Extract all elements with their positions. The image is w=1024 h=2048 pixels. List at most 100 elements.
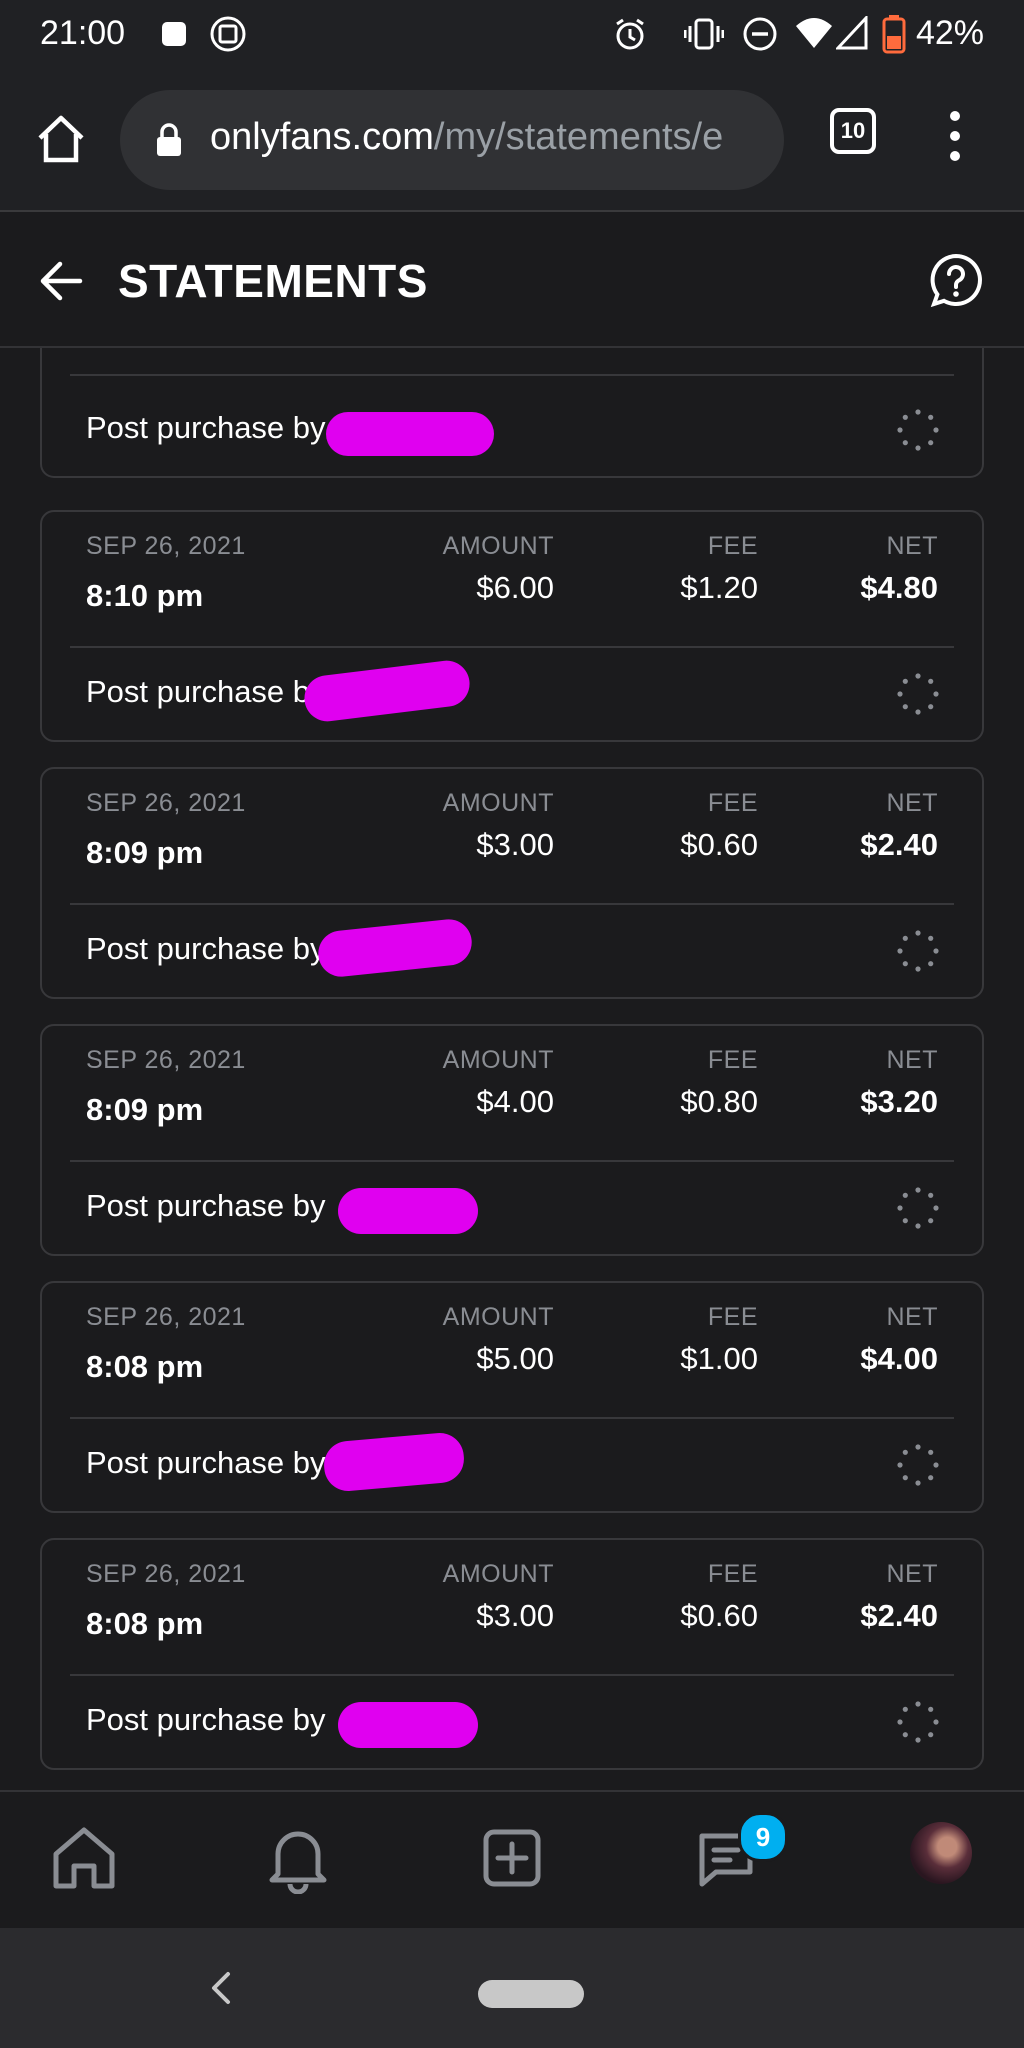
- fee-label: FEE: [707, 532, 758, 560]
- amount-label: AMOUNT: [442, 1560, 554, 1588]
- net-label: NET: [886, 1560, 938, 1588]
- statement-card[interactable]: SEP 26, 2021 8:08 pm AMOUNT $5.00 FEE $1…: [40, 1281, 984, 1513]
- redaction-mark: [338, 1188, 478, 1234]
- net-value: $3.20: [860, 1084, 938, 1119]
- statement-date: SEP 26, 2021: [86, 1560, 246, 1588]
- fee-value: $1.20: [680, 570, 758, 605]
- net-label: NET: [886, 532, 938, 560]
- loading-spinner-icon: [897, 1444, 939, 1486]
- home-icon[interactable]: [48, 1822, 120, 1894]
- statement-description: Post purchase by: [86, 410, 326, 445]
- amount-label: AMOUNT: [442, 789, 554, 817]
- card-top: SEP 26, 2021 8:08 pm AMOUNT $3.00 FEE $0…: [70, 1540, 954, 1676]
- fee-label: FEE: [707, 1303, 758, 1331]
- wifi-icon: [796, 18, 832, 48]
- statement-description: Post purchase by: [86, 931, 326, 966]
- loading-spinner-icon: [897, 930, 939, 972]
- card-top: SEP 26, 2021 8:09 pm AMOUNT $3.00 FEE $0…: [70, 769, 954, 905]
- loading-spinner-icon: [897, 673, 939, 715]
- dnd-icon: [743, 17, 777, 51]
- statement-time: 8:10 pm: [86, 578, 204, 613]
- card-bottom: Post purchase by: [42, 378, 982, 474]
- amount-value: $4.00: [476, 1084, 554, 1119]
- system-home-pill[interactable]: [478, 1980, 584, 2008]
- signal-icon: [836, 16, 868, 50]
- statement-time: 8:08 pm: [86, 1606, 204, 1641]
- vibrate-icon: [684, 18, 724, 50]
- statement-date: SEP 26, 2021: [86, 532, 246, 560]
- redaction-mark: [301, 658, 473, 724]
- url-text[interactable]: onlyfans.com/my/statements/e: [210, 116, 723, 159]
- net-value: $4.00: [860, 1341, 938, 1376]
- card-bottom: Post purchase by: [42, 648, 982, 740]
- amount-label: AMOUNT: [442, 1303, 554, 1331]
- fee-value: $0.60: [680, 1598, 758, 1633]
- amount-value: $5.00: [476, 1341, 554, 1376]
- avatar[interactable]: [910, 1822, 972, 1884]
- amount-value: $6.00: [476, 570, 554, 605]
- fee-label: FEE: [707, 789, 758, 817]
- url-domain: onlyfans.com: [210, 116, 434, 158]
- card-bottom: Post purchase by: [42, 1676, 982, 1768]
- redaction-mark: [338, 1702, 478, 1748]
- address-bar[interactable]: onlyfans.com/my/statements/e: [120, 90, 784, 190]
- loading-spinner-icon: [897, 1187, 939, 1229]
- amount-value: $3.00: [476, 1598, 554, 1633]
- statement-card: Post purchase by: [40, 348, 984, 478]
- net-value: $2.40: [860, 827, 938, 862]
- statement-card[interactable]: SEP 26, 2021 8:08 pm AMOUNT $3.00 FEE $0…: [40, 1538, 984, 1770]
- notification-icon: [162, 22, 186, 46]
- bottom-navigation: 9: [0, 1790, 1024, 1930]
- amount-value: $3.00: [476, 827, 554, 862]
- status-time: 21:00: [40, 14, 126, 52]
- statement-card[interactable]: SEP 26, 2021 8:09 pm AMOUNT $3.00 FEE $0…: [40, 767, 984, 999]
- statement-card[interactable]: SEP 26, 2021 8:10 pm AMOUNT $6.00 FEE $1…: [40, 510, 984, 742]
- more-options-icon[interactable]: [940, 106, 970, 166]
- statements-list[interactable]: Post purchase by SEP 26, 2021 8:10 pm AM…: [0, 348, 1024, 1790]
- net-value: $2.40: [860, 1598, 938, 1633]
- net-label: NET: [886, 789, 938, 817]
- fee-value: $0.80: [680, 1084, 758, 1119]
- statement-time: 8:09 pm: [86, 835, 204, 870]
- statement-time: 8:09 pm: [86, 1092, 204, 1127]
- statement-description: Post purchase by: [86, 1188, 326, 1223]
- lock-icon: [157, 123, 181, 156]
- statement-description: Post purchase by: [86, 674, 326, 709]
- battery-percentage: 42%: [915, 14, 984, 52]
- tab-switcher-button[interactable]: 10: [830, 108, 876, 154]
- system-navigation-bar: [0, 1928, 1024, 2048]
- fee-label: FEE: [707, 1046, 758, 1074]
- page-header: STATEMENTS: [0, 212, 1024, 348]
- statement-description: Post purchase by: [86, 1445, 326, 1480]
- amount-label: AMOUNT: [442, 1046, 554, 1074]
- card-top: SEP 26, 2021 8:08 pm AMOUNT $5.00 FEE $1…: [70, 1283, 954, 1419]
- net-label: NET: [886, 1303, 938, 1331]
- bell-icon[interactable]: [262, 1822, 334, 1894]
- statement-date: SEP 26, 2021: [86, 1303, 246, 1331]
- card-top: SEP 26, 2021 8:10 pm AMOUNT $6.00 FEE $1…: [70, 512, 954, 648]
- loading-spinner-icon: [897, 1701, 939, 1743]
- net-value: $4.80: [860, 570, 938, 605]
- card-bottom: Post purchase by: [42, 905, 982, 997]
- statement-card[interactable]: SEP 26, 2021 8:09 pm AMOUNT $4.00 FEE $0…: [40, 1024, 984, 1256]
- add-post-icon[interactable]: [476, 1822, 548, 1894]
- messages-badge: 9: [738, 1812, 788, 1862]
- statement-time: 8:08 pm: [86, 1349, 204, 1384]
- card-bottom: Post purchase by: [42, 1419, 982, 1511]
- net-label: NET: [886, 1046, 938, 1074]
- fee-label: FEE: [707, 1560, 758, 1588]
- statement-description: Post purchase by: [86, 1702, 326, 1737]
- redaction-mark: [326, 412, 494, 456]
- card-top: SEP 26, 2021 8:09 pm AMOUNT $4.00 FEE $0…: [70, 1026, 954, 1162]
- redaction-mark: [322, 1430, 466, 1494]
- page-title: STATEMENTS: [118, 255, 428, 307]
- browser-home-icon[interactable]: [34, 112, 88, 166]
- card-bottom: Post purchase by: [42, 1162, 982, 1254]
- card-divider: [70, 374, 954, 376]
- help-icon[interactable]: [928, 252, 984, 308]
- browser-toolbar: onlyfans.com/my/statements/e 10: [0, 72, 1024, 212]
- statement-date: SEP 26, 2021: [86, 1046, 246, 1074]
- system-back-icon[interactable]: [206, 1968, 236, 2008]
- fee-value: $0.60: [680, 827, 758, 862]
- back-arrow-icon[interactable]: [36, 256, 86, 306]
